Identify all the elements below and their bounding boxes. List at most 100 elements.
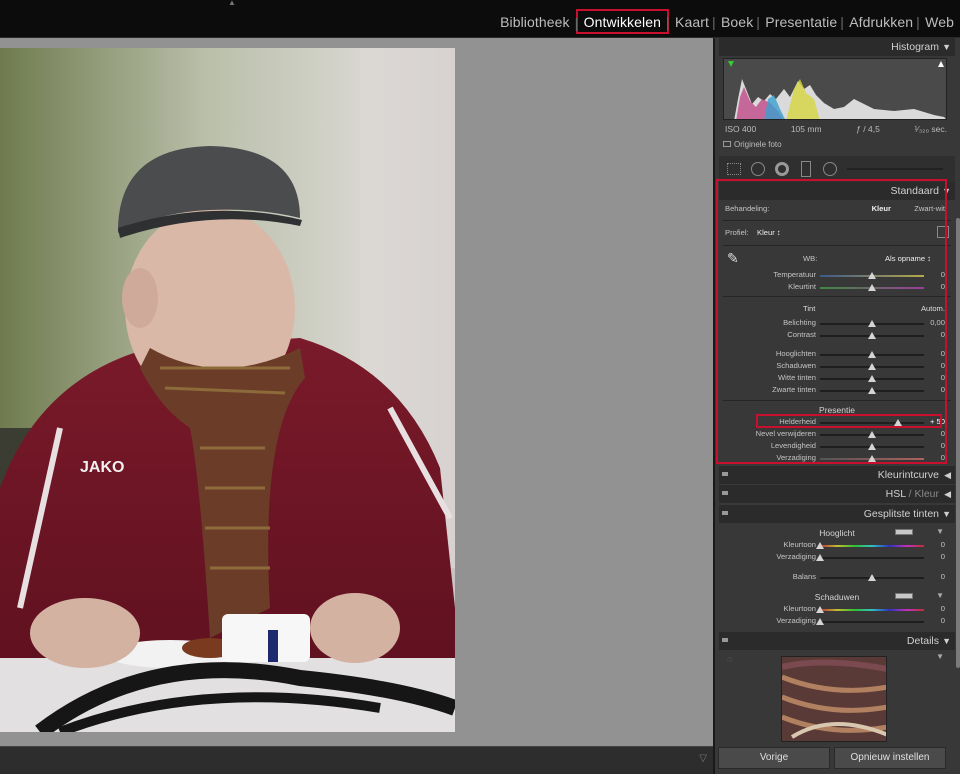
shadow-sat-value[interactable]: 0 [941, 616, 945, 625]
module-develop[interactable]: Ontwikkelen [575, 9, 670, 34]
blacks-value[interactable]: 0 [941, 385, 945, 394]
module-web[interactable]: Web [916, 10, 960, 30]
slider-thumb[interactable] [868, 284, 876, 291]
spot-removal-icon[interactable] [751, 162, 765, 176]
profile-select[interactable]: Kleur ↕ [757, 228, 781, 237]
color-tab[interactable]: Kleur [914, 488, 939, 500]
dehaze-value[interactable]: 0 [941, 429, 945, 438]
dehaze-slider[interactable] [820, 431, 924, 438]
slider-thumb[interactable] [868, 320, 876, 327]
crop-tool-icon[interactable] [727, 163, 741, 175]
temperature-slider[interactable] [820, 272, 924, 279]
panel-scrollbar[interactable] [956, 218, 960, 668]
panel-toggle-icon[interactable] [722, 638, 728, 642]
checkbox-icon[interactable] [723, 141, 731, 147]
exposure-slider[interactable] [820, 320, 924, 327]
expand-triangle-icon[interactable]: ▼ [936, 527, 944, 536]
filmstrip-toggle-icon[interactable]: ▽ [699, 753, 707, 764]
split-shadow-hue-slider[interactable] [816, 606, 924, 613]
saturation-value[interactable]: 0 [941, 453, 945, 462]
wb-select[interactable]: Als opname ↕ [885, 254, 931, 263]
highlights-slider[interactable] [820, 351, 924, 358]
split-hue-value[interactable]: 0 [941, 540, 945, 549]
histogram-header[interactable]: Histogram ▼ [719, 38, 955, 56]
split-highlight-sat-slider[interactable] [816, 554, 924, 561]
module-library[interactable]: Bibliotheek [494, 10, 576, 30]
vibrance-value[interactable]: 0 [941, 441, 945, 450]
collapse-triangle-icon[interactable]: ▼ [942, 38, 951, 56]
slider-thumb[interactable] [816, 542, 824, 549]
slider-thumb[interactable] [868, 443, 876, 450]
shadows-slider[interactable] [820, 363, 924, 370]
vibrance-slider[interactable] [820, 443, 924, 450]
module-slideshow[interactable]: Presentatie [756, 10, 843, 30]
slider-thumb[interactable] [868, 574, 876, 581]
contrast-slider[interactable] [820, 332, 924, 339]
module-print[interactable]: Afdrukken [840, 10, 919, 30]
slider-thumb[interactable] [868, 363, 876, 370]
radial-filter-icon[interactable] [823, 162, 837, 176]
slider-thumb[interactable] [868, 431, 876, 438]
slider-thumb[interactable] [816, 618, 824, 625]
panel-toggle-icon[interactable] [722, 491, 728, 495]
treatment-color-option[interactable]: Kleur [872, 204, 891, 213]
shadows-value[interactable]: 0 [941, 361, 945, 370]
balance-slider[interactable] [820, 574, 924, 581]
panel-toggle-icon[interactable] [722, 511, 728, 515]
hsl-header[interactable]: HSL / Kleur ◀ [719, 485, 955, 503]
expand-triangle-icon[interactable]: ◀ [944, 485, 951, 503]
reset-button[interactable]: Opnieuw instellen [834, 747, 946, 769]
highlight-color-swatch[interactable] [895, 529, 913, 535]
profile-browser-icon[interactable] [937, 226, 949, 238]
collapse-triangle-icon[interactable]: ▼ [942, 182, 951, 200]
collapse-top-icon[interactable]: ▲ [228, 0, 236, 7]
panel-toggle-icon[interactable] [722, 472, 728, 476]
whites-slider[interactable] [820, 375, 924, 382]
split-shadow-sat-slider[interactable] [816, 618, 924, 625]
slider-thumb[interactable] [868, 375, 876, 382]
slider-thumb[interactable] [868, 387, 876, 394]
blacks-slider[interactable] [820, 387, 924, 394]
expand-triangle-icon[interactable]: ▼ [936, 652, 944, 661]
split-sat-value[interactable]: 0 [941, 552, 945, 561]
balance-value[interactable]: 0 [941, 572, 945, 581]
slider-thumb[interactable] [816, 554, 824, 561]
collapse-triangle-icon[interactable]: ▼ [942, 632, 951, 650]
shadow-hue-value[interactable]: 0 [941, 604, 945, 613]
slider-thumb[interactable] [816, 606, 824, 613]
brush-size-slider[interactable] [847, 168, 943, 170]
basic-header[interactable]: Standaard ▼ [719, 182, 955, 200]
clarity-slider[interactable] [820, 419, 924, 426]
expand-triangle-icon[interactable]: ▼ [936, 591, 944, 600]
previous-button[interactable]: Vorige [718, 747, 830, 769]
tint-slider[interactable] [820, 284, 924, 291]
whites-value[interactable]: 0 [941, 373, 945, 382]
detail-zoom-preview[interactable] [781, 656, 887, 742]
slider-thumb[interactable] [868, 455, 876, 462]
tone-curve-header[interactable]: Kleurintcurve ◀ [719, 466, 955, 484]
collapse-triangle-icon[interactable]: ▼ [942, 505, 951, 523]
histogram-graph[interactable] [723, 58, 947, 120]
target-tool-icon[interactable]: ◌ [727, 654, 732, 664]
temperature-value[interactable]: 0 [941, 270, 945, 279]
shadow-color-swatch[interactable] [895, 593, 913, 599]
hsl-tab[interactable]: HSL [886, 488, 906, 500]
red-eye-icon[interactable] [775, 162, 789, 176]
contrast-value[interactable]: 0 [941, 330, 945, 339]
slider-thumb[interactable] [868, 351, 876, 358]
clarity-value[interactable]: + 50 [930, 417, 945, 426]
split-toning-header[interactable]: Gesplitste tinten ▼ [719, 505, 955, 523]
saturation-slider[interactable] [820, 455, 924, 462]
graduated-filter-icon[interactable] [801, 161, 811, 177]
highlights-value[interactable]: 0 [941, 349, 945, 358]
auto-tone-button[interactable]: Autom. [921, 304, 945, 313]
exposure-value[interactable]: 0,00 [930, 318, 945, 327]
tint-value[interactable]: 0 [941, 282, 945, 291]
module-book[interactable]: Boek [712, 10, 759, 30]
original-photo-checkbox[interactable]: Originele foto [723, 140, 782, 149]
treatment-bw-option[interactable]: Zwart-wit [914, 204, 945, 213]
details-header[interactable]: Details ▼ [719, 632, 955, 650]
module-map[interactable]: Kaart [666, 10, 715, 30]
slider-thumb[interactable] [868, 332, 876, 339]
expand-triangle-icon[interactable]: ◀ [944, 466, 951, 484]
